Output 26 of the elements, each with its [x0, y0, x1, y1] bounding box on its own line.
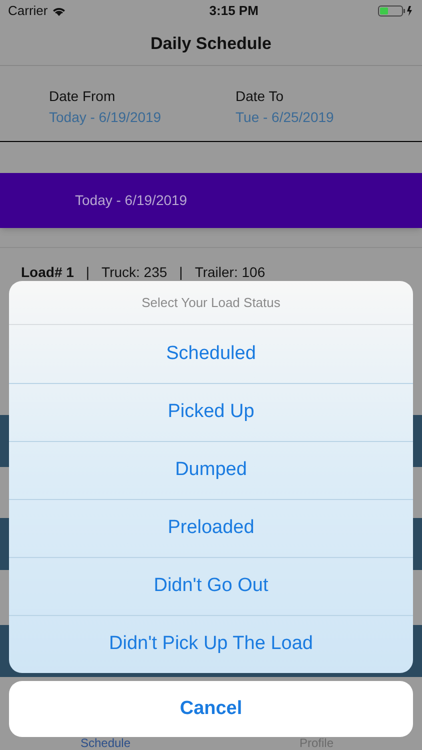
- load-number: Load# 1: [21, 263, 74, 282]
- truck-number: Truck: 235: [102, 263, 168, 282]
- status-option[interactable]: Scheduled: [9, 325, 413, 383]
- status-option[interactable]: Preloaded: [9, 499, 413, 557]
- separator-text: |: [86, 263, 90, 282]
- status-option[interactable]: Didn't Pick Up The Load: [9, 615, 413, 673]
- date-label: Date From: [49, 87, 116, 106]
- battery-icon: [378, 5, 414, 17]
- date-picker[interactable]: Date From Today - 6/19/2019: [49, 86, 236, 128]
- separator-text: |: [179, 263, 183, 282]
- status-option[interactable]: Dumped: [9, 441, 413, 499]
- date-value: Today - 6/19/2019: [49, 108, 162, 127]
- date-label: Date To: [236, 87, 284, 106]
- wifi-icon: [52, 6, 66, 16]
- trailer-number: Trailer: 106: [194, 263, 266, 282]
- selected-day-label: Today - 6/19/2019: [75, 191, 188, 210]
- cancel-button[interactable]: Cancel: [9, 681, 413, 737]
- status-option[interactable]: Picked Up: [9, 383, 413, 441]
- date-picker[interactable]: Date To Tue - 6/25/2019: [236, 86, 422, 128]
- date-value: Tue - 6/25/2019: [236, 108, 334, 127]
- clock: 3:15 PM: [209, 2, 258, 20]
- action-sheet-title: Select Your Load Status: [142, 294, 280, 312]
- carrier-label: Carrier: [8, 2, 48, 20]
- screen-title: Daily Schedule: [150, 32, 272, 55]
- status-option[interactable]: Didn't Go Out: [9, 557, 413, 615]
- tab-bar-item[interactable]: Schedule: [0, 736, 211, 750]
